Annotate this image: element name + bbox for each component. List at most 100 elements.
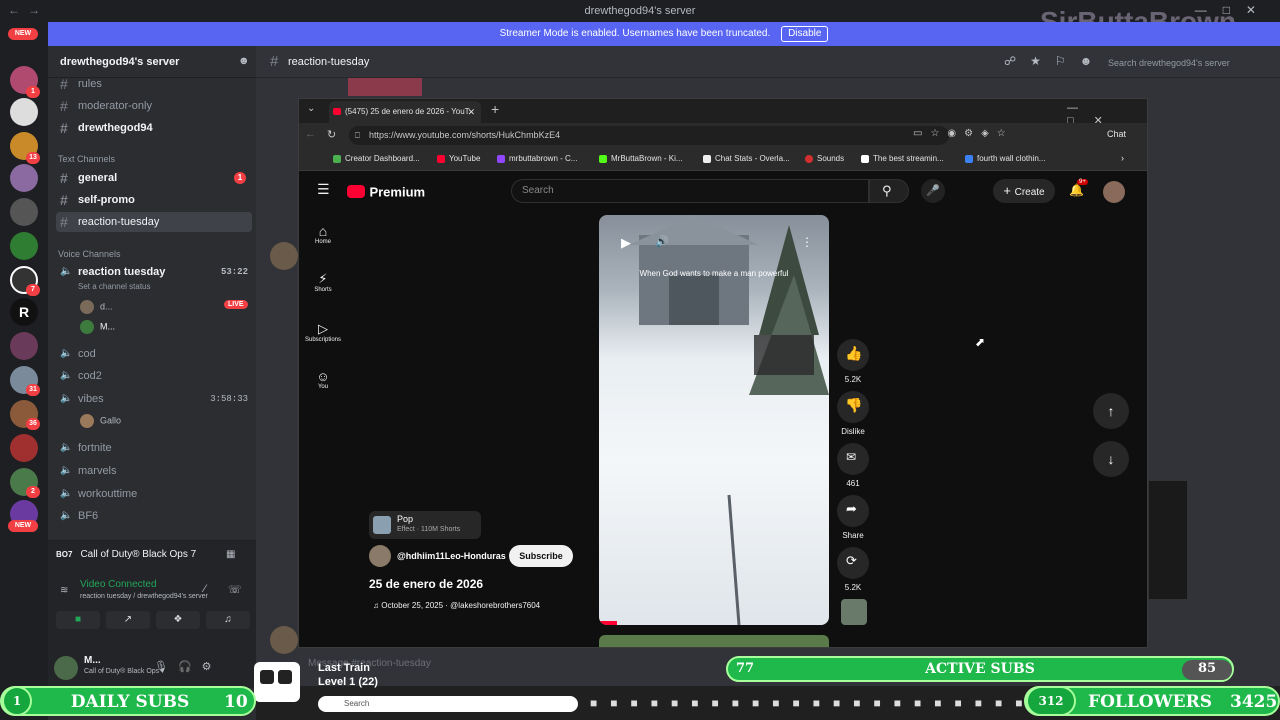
server-icon[interactable]: R [10, 298, 38, 326]
like-button[interactable]: 👍 [837, 339, 869, 371]
server-icon[interactable] [10, 332, 38, 360]
disconnect-icon[interactable]: ☏ [228, 583, 242, 596]
channel-general[interactable]: # general 1 [56, 168, 252, 188]
new-tab-button[interactable]: + [491, 101, 499, 117]
bookmark-item[interactable]: MrButtaBrown - Ki... [599, 154, 683, 163]
server-icon[interactable] [10, 164, 38, 192]
browser-tab[interactable]: (5475) 25 de enero de 2026 - YouT ✕ [329, 101, 481, 123]
channel-moderator-only[interactable]: # moderator-only [56, 96, 252, 116]
channel-label: reaction-tuesday [78, 216, 160, 228]
server-search-input[interactable]: Search drewthegod94's server [1108, 54, 1272, 72]
noise-suppression-icon[interactable]: ⁄ [204, 583, 206, 595]
short-title[interactable]: 25 de enero de 2026 [369, 577, 483, 591]
bookmark-item[interactable]: The best streamin... [861, 154, 944, 163]
youtube-logo[interactable]: Premium [347, 183, 425, 201]
tab-menu-icon[interactable]: ⌄ [307, 103, 315, 114]
activities-button[interactable]: ❖ [156, 611, 200, 629]
voice-user[interactable]: d... [80, 300, 113, 314]
active-subs-label: ACTIVE SUBS [925, 661, 1035, 677]
menu-icon[interactable]: ☰ [317, 181, 330, 198]
header-tool-icons[interactable]: ☍★⚐☻ [1004, 54, 1106, 68]
nav-you[interactable]: ☺ You [299, 369, 347, 390]
taskbar-apps[interactable]: ■■■■■■■■■■■■■■■■■■■■■■■■ [590, 696, 1090, 712]
bookmark-item[interactable]: Creator Dashboard... [333, 154, 420, 163]
account-avatar[interactable] [1103, 181, 1125, 203]
screenshare-button[interactable]: ↗ [106, 611, 150, 629]
server-icon[interactable] [10, 232, 38, 260]
followers-label: FOLLOWERS [1088, 692, 1213, 712]
soundboard-button[interactable]: ♫ [206, 611, 250, 629]
nav-shorts[interactable]: ⚡ Shorts [299, 271, 347, 293]
dislike-button[interactable]: 👎 [837, 391, 869, 423]
channel-drewthegod94[interactable]: # drewthegod94 [56, 118, 252, 138]
disable-button[interactable]: Disable [781, 26, 829, 42]
channel-rules[interactable]: # rules [56, 74, 252, 94]
url-input[interactable]: ⎕ https://www.youtube.com/shorts/HukChmb… [349, 126, 949, 145]
audio-thumbnail[interactable] [841, 599, 867, 625]
server-icon[interactable] [10, 198, 38, 226]
more-bookmarks-icon[interactable]: › [1121, 153, 1124, 163]
voice-user[interactable]: M... [80, 320, 115, 334]
server-icon[interactable] [10, 98, 38, 126]
play-icon[interactable]: ▶ [621, 235, 631, 251]
bookmark-item[interactable]: Sounds [805, 154, 844, 163]
bookmark-item[interactable]: YouTube [437, 154, 480, 163]
server-icon[interactable] [10, 434, 38, 462]
channel-reaction-tuesday[interactable]: # reaction-tuesday [56, 212, 252, 232]
extension-icons[interactable]: ▭☆◉⚙◈☆ [913, 128, 1014, 139]
channel-self-promo[interactable]: # self-promo [56, 190, 252, 210]
voice-channel-bf6[interactable]: 🔈 BF6 [56, 506, 252, 526]
channel-label: BF6 [78, 510, 99, 522]
signal-icon[interactable]: ≋ [60, 585, 68, 596]
bookmark-item[interactable]: fourth wall clothin... [965, 154, 1045, 163]
mic-button[interactable]: 🎤 [921, 179, 945, 203]
next-short-button[interactable]: ↓ [1093, 441, 1129, 477]
back-icon[interactable]: ← [305, 128, 316, 140]
user-name: M... [84, 655, 101, 666]
voice-channel-cod[interactable]: 🔈 cod [56, 344, 252, 364]
close-tab-icon[interactable]: ✕ [467, 101, 475, 123]
bookmark-item[interactable]: mrbuttabrown - C... [497, 154, 577, 163]
taskbar-search[interactable]: Search [318, 696, 578, 712]
voice-channel-cod2[interactable]: 🔈 cod2 [56, 366, 252, 386]
previous-short-button[interactable]: ↑ [1093, 393, 1129, 429]
avatar[interactable] [54, 656, 78, 680]
activity-icon[interactable]: ▦ [226, 549, 235, 560]
voice-channel-reaction-tuesday[interactable]: 🔈 reaction tuesday 53:22 [56, 262, 252, 282]
text-channels-category[interactable]: Text Channels [58, 154, 115, 164]
chat-button[interactable]: Chat [1107, 129, 1126, 139]
avatar[interactable] [270, 242, 298, 270]
effect-chip[interactable]: Pop Effect · 110M Shorts [369, 511, 481, 539]
avatar[interactable] [270, 626, 298, 654]
search-button[interactable]: ⚲ [869, 179, 909, 203]
voice-channel-workouttime[interactable]: 🔈 workouttime [56, 484, 252, 504]
nav-home[interactable]: ⌂ Home [299, 223, 347, 245]
voice-channel-vibes[interactable]: 🔈 vibes 3:58:33 [56, 389, 252, 409]
reload-icon[interactable]: ↻ [327, 128, 336, 141]
remix-button[interactable]: ⟳ [837, 547, 869, 579]
audio-info[interactable]: ♫ October 25, 2025 · @lakeshorebrothers7… [373, 601, 540, 610]
camera-button[interactable]: ■ [56, 611, 100, 629]
channel-status[interactable]: Set a channel status [78, 282, 151, 291]
voice-channels-category[interactable]: Voice Channels [58, 249, 121, 259]
voice-channel-fortnite[interactable]: 🔈 fortnite [56, 438, 252, 458]
chat-channel-name: reaction-tuesday [288, 56, 370, 68]
comments-button[interactable]: ✉ [837, 443, 869, 475]
create-button[interactable]: + Create [993, 179, 1055, 203]
share-button[interactable]: ➦ [837, 495, 869, 527]
more-icon[interactable]: ⋮ [801, 235, 813, 249]
short-video[interactable]: ▶ 🔊 ⋮ When God wants to make a man power… [599, 215, 829, 625]
channel-name[interactable]: @hdhiim11Leo-Honduras [397, 551, 506, 561]
volume-icon[interactable]: 🔊 [655, 235, 669, 248]
voice-user[interactable]: Gallo [80, 414, 121, 428]
bookmark-item[interactable]: Chat Stats - Overla... [703, 154, 790, 163]
subscribe-button[interactable]: Subscribe [509, 545, 573, 567]
voice-channel-marvels[interactable]: 🔈 marvels [56, 461, 252, 481]
notifications-icon[interactable]: 🔔 [1069, 183, 1084, 197]
nav-subscriptions[interactable]: ▷ Subscriptions [299, 321, 347, 343]
voice-status[interactable]: Video Connected [80, 579, 157, 590]
channel-avatar[interactable] [369, 545, 391, 567]
add-member-icon[interactable]: ☻ [238, 55, 250, 67]
user-controls[interactable]: 🎙🎧⚙ [154, 660, 222, 673]
search-input[interactable]: Search [511, 179, 869, 203]
